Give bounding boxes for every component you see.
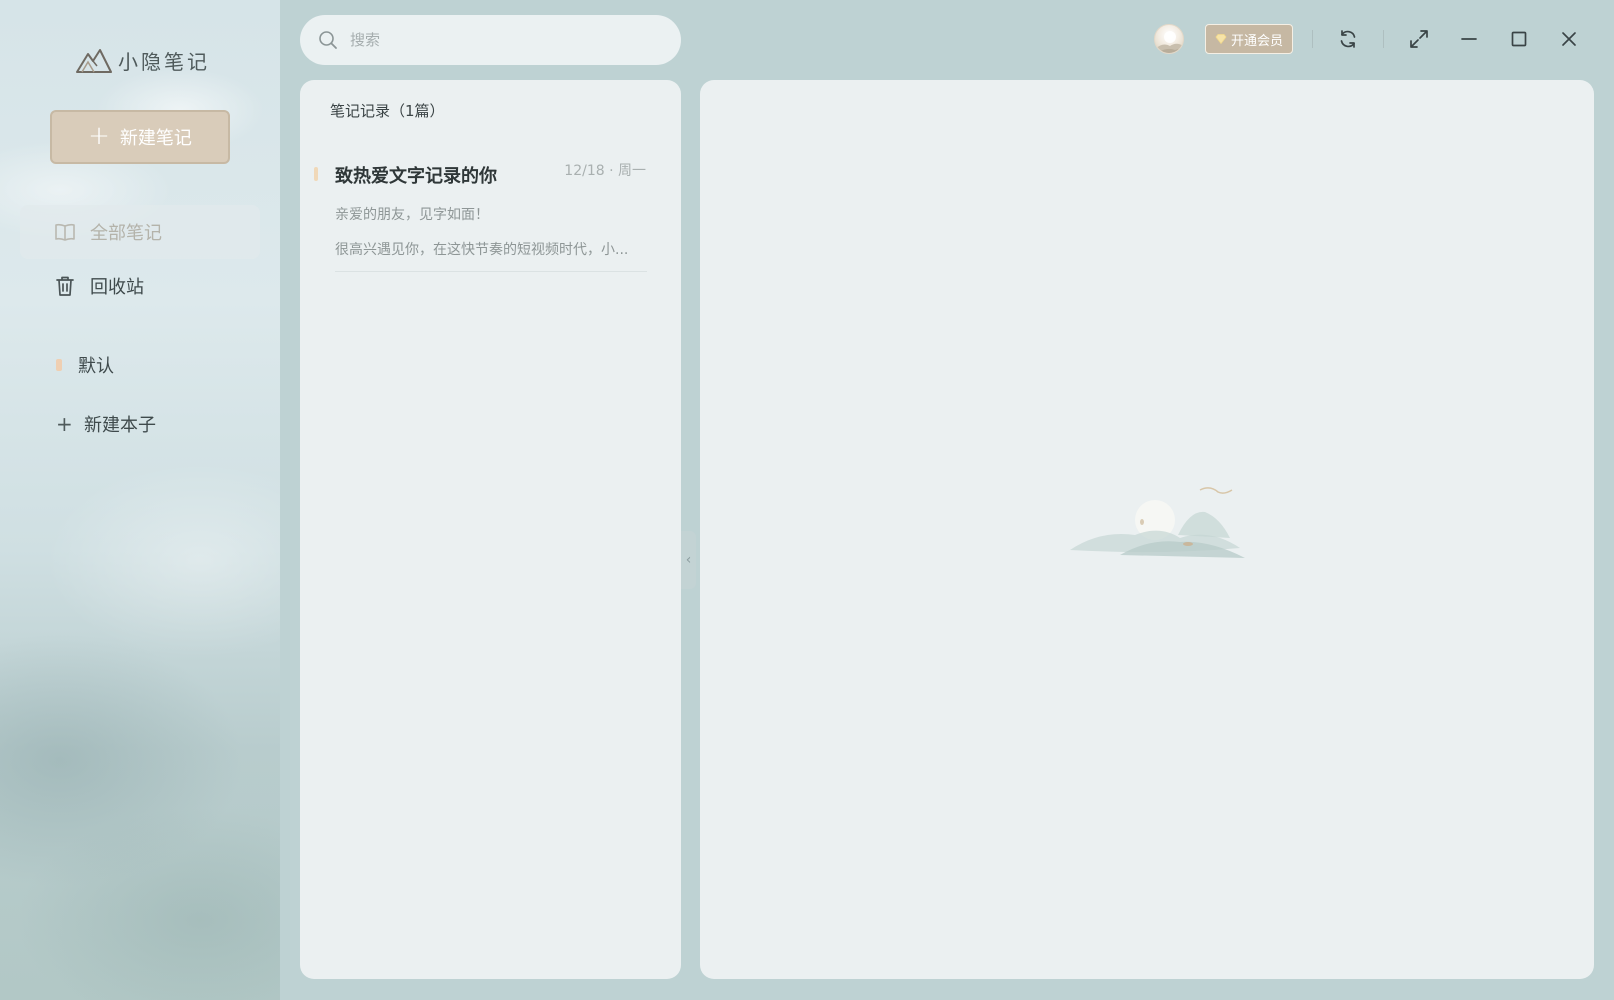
avatar-image [1155,31,1183,53]
note-list-panel: 笔记记录（1篇） 致热爱文字记录的你 12/18 · 周一 亲爱的朋友，见字如面… [300,80,681,979]
search-input[interactable] [350,31,650,49]
note-date: 12/18 · 周一 [564,163,646,179]
fullscreen-icon [1410,30,1428,48]
minimize-icon [1461,38,1477,40]
nav-all-notes-label: 全部笔记 [90,223,162,244]
book-icon [54,221,76,243]
notebook-default-label: 默认 [78,356,114,377]
search-icon [319,31,337,49]
sync-button[interactable] [1333,24,1363,54]
new-note-button[interactable]: + 新建笔记 [50,110,230,164]
note-preview-line: 亲爱的朋友，见字如面！ [335,207,489,223]
note-accent-bar [314,167,318,181]
close-button[interactable] [1554,24,1584,54]
maximize-button[interactable] [1504,24,1534,54]
note-separator [335,271,647,272]
diamond-icon [1215,34,1227,45]
nav-trash-label: 回收站 [90,277,144,298]
new-notebook-button[interactable]: + 新建本子 [56,409,156,439]
nav-all-notes[interactable]: 全部笔记 [20,205,260,259]
app-logo: 小隐笔记 [76,44,210,76]
app-name: 小隐笔记 [118,49,210,74]
notebook-color-marker [56,359,62,371]
note-list-header: 笔记记录（1篇） [330,102,445,120]
toolbar-divider [1312,30,1313,48]
editor-panel [700,80,1594,979]
mountain-logo-icon [76,49,112,73]
close-icon [1562,32,1576,46]
maximize-icon [1511,31,1527,47]
note-title: 致热爱文字记录的你 [335,166,497,187]
empty-state-landscape-icon [1070,487,1245,558]
search-bar[interactable] [300,15,681,65]
nav-trash[interactable]: 回收站 [20,259,260,313]
plus-icon: + [56,412,73,436]
new-notebook-label: 新建本子 [84,415,156,436]
sync-icon [1340,30,1356,48]
vip-label: 开通会员 [1230,33,1283,49]
fullscreen-button[interactable] [1404,24,1434,54]
minimize-button[interactable] [1454,24,1484,54]
sidebar: 小隐笔记 + 新建笔记 全部笔记 回收站 默认 + 新建本子 [0,0,280,1000]
vip-button[interactable]: 开通会员 [1205,24,1293,54]
note-list-item[interactable]: 致热爱文字记录的你 12/18 · 周一 亲爱的朋友，见字如面！ 很高兴遇见你，… [314,150,654,272]
note-preview-line: 很高兴遇见你，在这快节奏的短视频时代，小... [335,242,629,258]
collapse-list-handle[interactable]: ‹ [681,531,696,589]
notebook-default[interactable]: 默认 [56,350,114,380]
avatar[interactable] [1154,24,1184,54]
toolbar-divider [1383,30,1384,48]
plus-icon: + [88,120,110,151]
new-note-label: 新建笔记 [119,128,192,149]
chevron-left-icon: ‹ [685,552,692,568]
trash-icon [54,275,76,297]
